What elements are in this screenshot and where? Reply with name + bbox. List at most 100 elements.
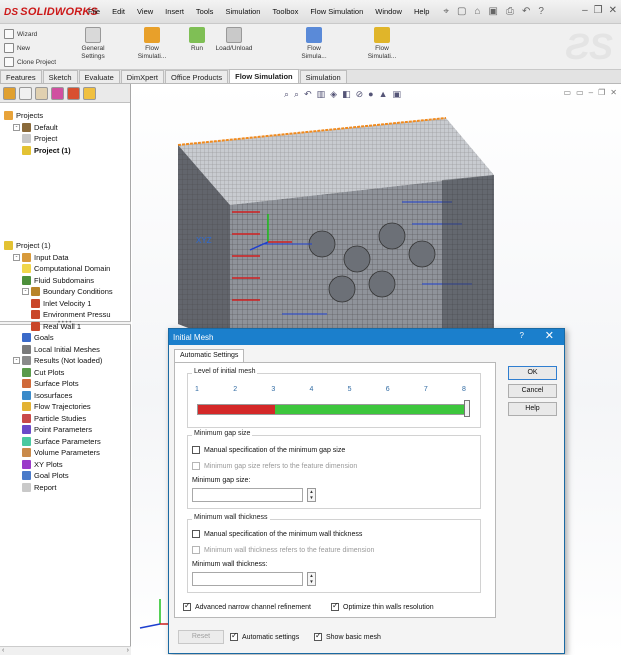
collapse-icon[interactable]: - (13, 123, 20, 131)
tree-item[interactable]: Local Initial Meshes (0, 344, 131, 356)
tab-sketch[interactable]: Sketch (42, 70, 78, 83)
tree-item[interactable]: Volume Parameters (0, 447, 131, 459)
menu-view[interactable]: View (137, 7, 153, 16)
tree-item[interactable]: Fluid Subdomains (0, 275, 131, 287)
menu-simulation[interactable]: Simulation (225, 7, 260, 16)
new-document-icon[interactable]: ▢ (457, 6, 466, 17)
dialog-close-icon[interactable]: ✕ (545, 329, 554, 342)
menu-file[interactable]: File (88, 7, 100, 16)
flow-simulation-tab-icon[interactable] (83, 86, 96, 100)
clone-project-button[interactable]: Clone Project (4, 55, 56, 69)
spin-up-icon[interactable]: ▲ (309, 573, 313, 578)
property-manager-tab-icon[interactable] (19, 86, 32, 100)
dialog-help-icon[interactable]: ? (520, 331, 524, 340)
horizontal-scrollbar[interactable]: ‹ › (0, 646, 131, 655)
collapse-icon[interactable]: - (22, 288, 29, 296)
new-button[interactable]: New (4, 41, 56, 55)
tree-item[interactable]: Projects (0, 110, 131, 122)
menu-window[interactable]: Window (375, 7, 402, 16)
tab-features[interactable]: Features (0, 70, 42, 83)
general-settings-button[interactable]: General Settings (72, 27, 114, 61)
undo-icon[interactable]: ↶ (522, 6, 530, 17)
tab-office-products[interactable]: Office Products (165, 70, 229, 83)
save-icon[interactable]: ▣ (489, 6, 498, 17)
tab-flow-simulation[interactable]: Flow Simulation (229, 69, 299, 83)
tree-item[interactable]: Flow Trajectories (0, 401, 131, 413)
gap-size-input[interactable] (192, 488, 303, 502)
wizard-button[interactable]: Wizard (4, 27, 56, 41)
solidworks-logo[interactable]: DS SOLIDWORKS (4, 6, 98, 18)
menu-toolbox[interactable]: Toolbox (272, 7, 298, 16)
cancel-button[interactable]: Cancel (508, 384, 557, 398)
wall-thickness-spinner[interactable]: ▲ ▼ (307, 572, 316, 586)
dimxpert-manager-tab-icon[interactable] (51, 86, 64, 100)
tree-item[interactable]: - Results (Not loaded) (0, 355, 131, 367)
restore-icon[interactable]: ❐ (594, 5, 603, 16)
collapse-icon[interactable]: - (13, 357, 20, 365)
tree-item[interactable]: Project (1) (0, 145, 131, 157)
tree-item[interactable]: - Boundary Conditions (0, 286, 131, 298)
feature-manager-tab-icon[interactable] (3, 86, 16, 100)
flow-simulation-button[interactable]: Flow Simulati... (130, 27, 174, 61)
manual-wall-checkbox[interactable]: Manual specification of the minimum wall… (192, 530, 362, 538)
configuration-manager-tab-icon[interactable] (35, 86, 48, 100)
show-basic-mesh-checkbox[interactable]: Show basic mesh (314, 631, 381, 641)
tree-item[interactable]: Point Parameters (0, 424, 131, 436)
tab-simulation[interactable]: Simulation (299, 70, 347, 83)
tree-item[interactable]: Real Wall 1 (0, 321, 131, 333)
display-manager-tab-icon[interactable] (67, 86, 80, 100)
help-icon[interactable]: ? (538, 6, 544, 17)
scroll-left-icon[interactable]: ‹ (2, 647, 4, 654)
menu-help[interactable]: Help (414, 7, 429, 16)
gap-feature-checkbox[interactable]: Minimum gap size refers to the feature d… (192, 462, 357, 470)
menu-insert[interactable]: Insert (165, 7, 184, 16)
tab-dimxpert[interactable]: DimXpert (120, 70, 164, 83)
spin-down-icon[interactable]: ▼ (309, 495, 313, 500)
scroll-right-icon[interactable]: › (127, 647, 129, 654)
flow-simulation-results-button[interactable]: Flow Simula... (294, 27, 334, 61)
tree-item[interactable]: Goals (0, 332, 131, 344)
tree-item[interactable]: Goal Plots (0, 470, 131, 482)
ok-button[interactable]: OK (508, 366, 557, 380)
menu-edit[interactable]: Edit (112, 7, 125, 16)
tree-item[interactable]: Isosurfaces (0, 390, 131, 402)
flow-simulation-tools-button[interactable]: Flow Simulati... (360, 27, 404, 61)
gap-size-spinner[interactable]: ▲ ▼ (307, 488, 316, 502)
level-slider-track[interactable] (197, 404, 468, 415)
pin-icon[interactable]: ⌖ (443, 6, 449, 17)
tree-item[interactable]: Inlet Velocity 1 (0, 298, 131, 310)
close-window-icon[interactable]: ✕ (609, 5, 617, 16)
level-slider-thumb[interactable] (464, 400, 470, 417)
spin-down-icon[interactable]: ▼ (309, 579, 313, 584)
open-icon[interactable]: ⌂ (474, 6, 480, 17)
advanced-narrow-channel-checkbox[interactable]: Advanced narrow channel refinement (183, 601, 311, 611)
tree-item[interactable]: Surface Plots (0, 378, 131, 390)
minimize-icon[interactable]: – (582, 5, 588, 16)
tree-item[interactable]: - Input Data (0, 252, 131, 264)
run-button[interactable]: Run (186, 27, 208, 53)
tree-item[interactable]: - Default (0, 122, 131, 134)
tree-item[interactable]: Particle Studies (0, 413, 131, 425)
spin-up-icon[interactable]: ▲ (309, 489, 313, 494)
wall-thickness-input[interactable] (192, 572, 303, 586)
manual-gap-checkbox[interactable]: Manual specification of the minimum gap … (192, 446, 345, 454)
load-unload-button[interactable]: Load/Unload (212, 27, 256, 53)
tab-evaluate[interactable]: Evaluate (78, 70, 120, 83)
tree-item[interactable]: Environment Pressu (0, 309, 131, 321)
menu-tools[interactable]: Tools (196, 7, 214, 16)
collapse-icon[interactable]: - (13, 253, 20, 261)
optimize-thin-walls-checkbox[interactable]: Optimize thin walls resolution (331, 601, 434, 611)
tree-item[interactable]: Report (0, 482, 131, 494)
print-icon[interactable]: ⎙ (506, 6, 514, 17)
wall-feature-checkbox[interactable]: Minimum wall thickness refers to the fea… (192, 546, 374, 554)
tree-item[interactable]: Surface Parameters (0, 436, 131, 448)
tree-item[interactable]: Project (1) (0, 240, 131, 252)
tree-item[interactable]: Project (0, 133, 131, 145)
tree-item[interactable]: XY Plots (0, 459, 131, 471)
menu-flow-simulation[interactable]: Flow Simulation (310, 7, 363, 16)
tab-automatic-settings[interactable]: Automatic Settings (174, 349, 245, 362)
help-button[interactable]: Help (508, 402, 557, 416)
reset-button[interactable]: Reset (178, 630, 224, 644)
tree-item[interactable]: Computational Domain (0, 263, 131, 275)
tree-item[interactable]: Cut Plots (0, 367, 131, 379)
